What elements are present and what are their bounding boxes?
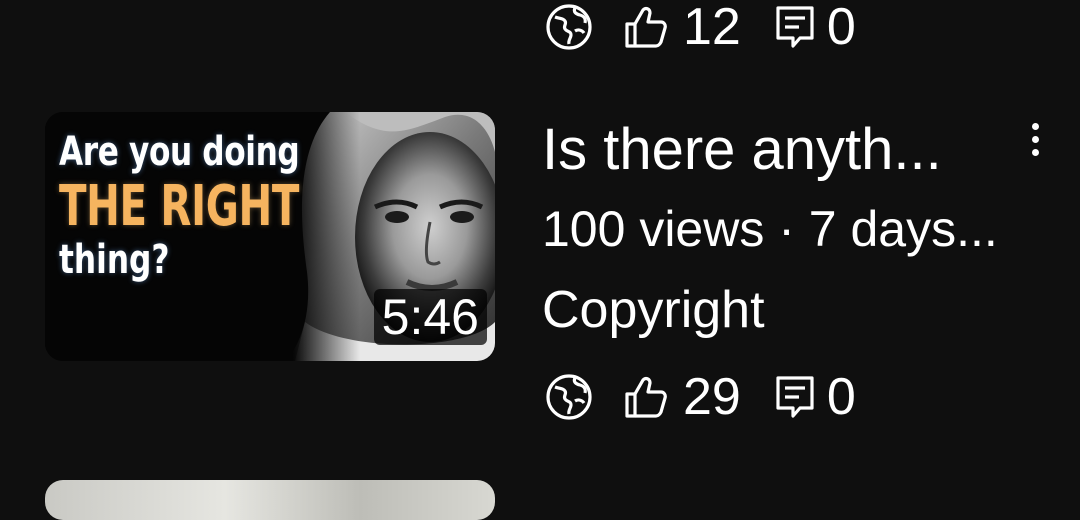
previous-video-stats: 12 0: [545, 1, 856, 53]
likes-count: 12: [683, 0, 741, 56]
video-status: Copyright: [542, 281, 765, 339]
more-options-button[interactable]: [1018, 116, 1052, 162]
comments-stat: 0: [741, 371, 856, 423]
video-meta: 100 views · 7 days...: [542, 201, 998, 257]
video-duration-badge: 5:46: [373, 288, 487, 345]
likes-stat: 29: [623, 371, 741, 423]
comment-icon: [775, 5, 815, 49]
thumbs-up-icon: [623, 374, 669, 420]
thumbnail-line-2: THE RIGHT: [59, 174, 299, 239]
thumbs-up-icon: [623, 4, 669, 50]
globe-icon: [545, 3, 593, 51]
more-vertical-icon-dot: [1031, 148, 1039, 156]
video-thumbnail[interactable]: Are you doing THE RIGHT thing? 5:46: [45, 112, 495, 361]
video-title[interactable]: Is there anyth...: [542, 118, 942, 182]
video-stats: 29 0: [545, 371, 856, 423]
more-vertical-icon: [1031, 122, 1039, 130]
comments-count: 0: [826, 368, 856, 426]
thumbnail-line-3: thing?: [59, 236, 170, 283]
next-video-thumbnail[interactable]: [45, 480, 495, 520]
likes-count: 29: [683, 368, 741, 426]
comments-count: 0: [826, 0, 856, 56]
likes-stat: 12: [623, 1, 741, 53]
thumbnail-caption: Are you doing THE RIGHT thing?: [59, 130, 392, 282]
more-vertical-icon-dot: [1031, 135, 1039, 143]
globe-icon: [545, 373, 593, 421]
comment-icon: [775, 375, 815, 419]
comments-stat: 0: [741, 1, 856, 53]
thumbnail-line-1: Are you doing: [59, 129, 300, 175]
